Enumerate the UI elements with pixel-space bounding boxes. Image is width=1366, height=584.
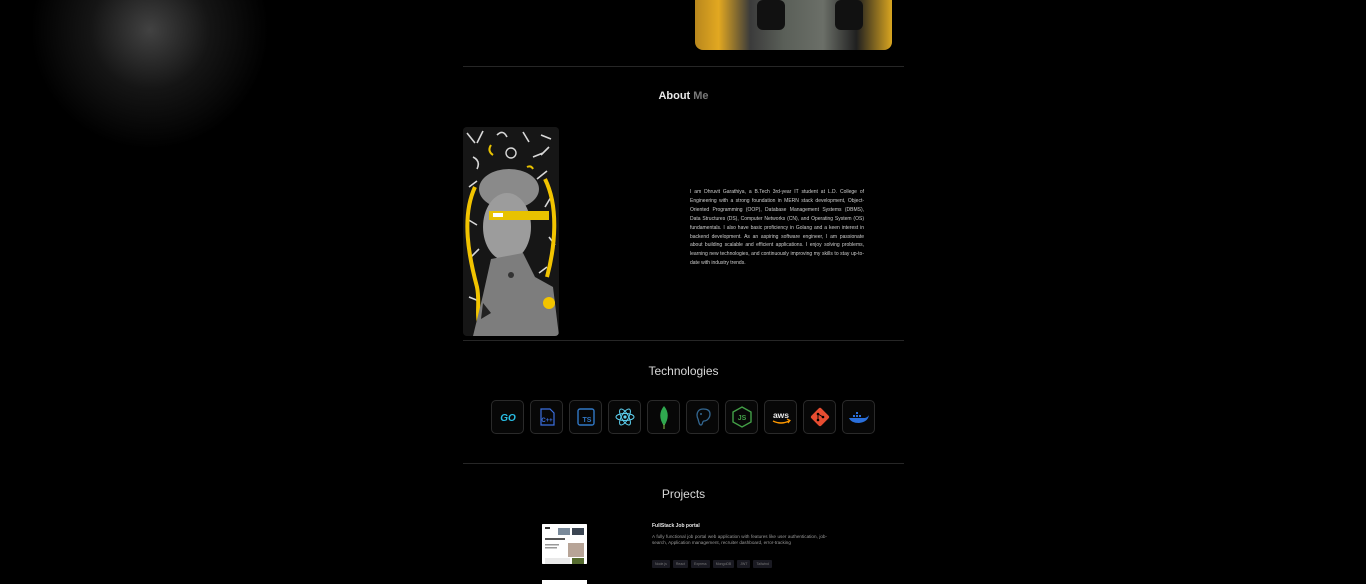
nodejs-label: JS	[737, 415, 746, 422]
postgresql-icon[interactable]	[686, 400, 719, 434]
git-icon[interactable]	[803, 400, 836, 434]
aws-icon[interactable]: aws	[764, 400, 797, 434]
hero-photo	[695, 0, 892, 50]
project-tags: Node.js React Express MongoDB JWT Tailwi…	[652, 560, 772, 568]
project-tag: Express	[691, 560, 710, 568]
project-tag: Tailwind	[753, 560, 772, 568]
section-divider	[463, 340, 904, 341]
project-description: A fully functional job portal web applic…	[652, 534, 827, 545]
project-title[interactable]: FullStack Job portal	[652, 523, 700, 529]
typescript-icon[interactable]: TS	[569, 400, 602, 434]
project-thumbnail-next[interactable]	[542, 580, 587, 584]
about-title-main: About	[658, 90, 691, 102]
docker-icon[interactable]	[842, 400, 875, 434]
about-bio: I am Dhruvit Garathiya, a B.Tech 3rd-yea…	[690, 189, 864, 267]
mongodb-icon[interactable]	[647, 400, 680, 434]
cpp-label: C++	[541, 418, 553, 424]
statue-portrait-image	[463, 127, 559, 336]
react-icon[interactable]	[608, 400, 641, 434]
typescript-label: TS	[582, 417, 591, 424]
golang-label: GO	[500, 413, 516, 424]
projects-title: Projects	[661, 487, 706, 501]
project-tag: JWT	[737, 560, 751, 568]
technologies-title: Technologies	[648, 364, 719, 378]
glove-right	[835, 0, 863, 30]
project-tag: Node.js	[652, 560, 670, 568]
section-divider	[463, 66, 904, 67]
nodejs-icon[interactable]: JS	[725, 400, 758, 434]
golang-icon[interactable]: GO	[491, 400, 524, 434]
background-glow	[30, 0, 270, 150]
cpp-icon[interactable]: C++	[530, 400, 563, 434]
technologies-list: GO C++ TS JS aws	[491, 400, 875, 434]
about-title: About Me	[463, 90, 904, 102]
project-thumbnail[interactable]	[542, 524, 587, 564]
project-tag: MongoDB	[712, 560, 735, 568]
aws-label: aws	[772, 410, 788, 420]
project-tag: React	[672, 560, 689, 568]
section-divider	[463, 463, 904, 464]
about-title-accent: Me	[693, 90, 709, 102]
glove-left	[757, 0, 785, 30]
